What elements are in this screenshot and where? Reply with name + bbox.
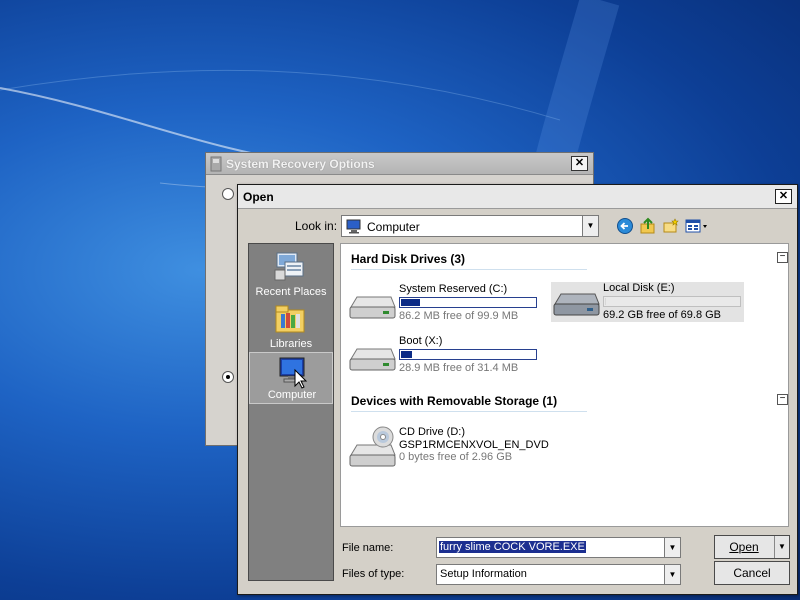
- collapse-removable-storage-button[interactable]: −: [777, 394, 788, 405]
- look-in-label: Look in:: [295, 219, 338, 233]
- open-dialog: Open ✕ Look in: Computer ▼ Recent Places…: [237, 184, 798, 595]
- drive-local-disk-e[interactable]: Local Disk (E:) 69.2 GB free of 69.8 GB: [551, 282, 744, 322]
- back-button[interactable]: [615, 217, 635, 235]
- look-in-dropdown[interactable]: Computer ▼: [341, 215, 599, 237]
- open-dialog-titlebar[interactable]: Open ✕: [238, 185, 797, 209]
- hard-drive-icon: [553, 293, 600, 316]
- drive-free-space: 69.2 GB free of 69.8 GB: [603, 309, 722, 321]
- group-header-hard-disk-drives[interactable]: Hard Disk Drives (3): [351, 252, 465, 266]
- view-menu-button[interactable]: [684, 217, 710, 235]
- drive-usage-fill: [605, 298, 607, 305]
- computer-icon: [279, 357, 308, 389]
- group-divider: [351, 411, 587, 412]
- file-name-input[interactable]: furry slime COCK VORE.EXE ▼: [436, 537, 681, 558]
- hard-drive-icon: [349, 296, 396, 319]
- place-computer[interactable]: Computer: [249, 352, 333, 404]
- place-label: Computer: [267, 389, 317, 401]
- file-name-label: File name:: [342, 542, 394, 554]
- hard-drive-icon: [349, 348, 396, 371]
- sro-title: System Recovery Options: [226, 156, 375, 171]
- drive-boot-x[interactable]: Boot (X:) 28.9 MB free of 31.4 MB: [347, 335, 547, 377]
- chevron-down-icon[interactable]: ▼: [582, 216, 598, 236]
- drive-name: Boot (X:): [399, 335, 443, 347]
- drive-name: Local Disk (E:): [603, 282, 675, 294]
- drive-usage-bar: [399, 297, 537, 308]
- drive-usage-fill: [401, 299, 420, 306]
- open-button[interactable]: Open ▼: [714, 535, 790, 559]
- file-list-view[interactable]: Hard Disk Drives (3) − System Reserved (…: [340, 243, 789, 527]
- view-menu-icon: [685, 219, 707, 233]
- sro-radio-option-1[interactable]: [222, 188, 234, 200]
- file-type-value: Setup Information: [440, 568, 527, 580]
- file-name-value: furry slime COCK VORE.EXE: [439, 541, 586, 553]
- drive-free-space: 0 bytes free of 2.96 GB: [399, 451, 513, 463]
- recovery-app-icon: [210, 156, 222, 171]
- new-folder-button[interactable]: [661, 217, 681, 235]
- place-label: Libraries: [269, 338, 313, 350]
- back-arrow-icon: [617, 218, 633, 234]
- recent-places-icon: [274, 252, 304, 281]
- open-dialog-title: Open: [243, 190, 274, 204]
- drive-usage-bar: [603, 296, 741, 307]
- drive-free-space: 86.2 MB free of 99.9 MB: [399, 310, 519, 322]
- drive-usage-bar: [399, 349, 537, 360]
- drive-free-space: 28.9 MB free of 31.4 MB: [399, 362, 519, 374]
- drive-usage-fill: [401, 351, 412, 358]
- chevron-down-icon[interactable]: ▼: [664, 565, 680, 584]
- drive-cd-d[interactable]: CD Drive (D:) GSP1RMCENXVOL_EN_DVD 0 byt…: [347, 425, 567, 469]
- sro-close-button[interactable]: ✕: [571, 156, 588, 171]
- place-label: Recent Places: [255, 286, 327, 298]
- look-in-value: Computer: [367, 220, 420, 234]
- libraries-icon: [275, 305, 305, 333]
- place-libraries[interactable]: Libraries: [249, 300, 333, 352]
- group-divider: [351, 269, 587, 270]
- drive-volume-label: GSP1RMCENXVOL_EN_DVD: [399, 439, 549, 451]
- place-recent-places[interactable]: Recent Places: [249, 248, 333, 300]
- places-bar: Recent Places Libraries Computer: [248, 243, 334, 581]
- sro-radio-option-2[interactable]: [222, 371, 234, 383]
- sro-titlebar: System Recovery Options: [206, 153, 593, 175]
- drive-name: System Reserved (C:): [399, 283, 508, 295]
- computer-icon: [346, 219, 361, 234]
- cancel-button[interactable]: Cancel: [714, 561, 790, 585]
- new-folder-icon: [663, 218, 679, 233]
- open-button-label: Open: [729, 540, 759, 554]
- chevron-down-icon[interactable]: ▼: [774, 536, 789, 558]
- file-type-dropdown[interactable]: Setup Information ▼: [436, 564, 681, 585]
- up-folder-icon: [640, 217, 655, 234]
- group-header-removable-storage[interactable]: Devices with Removable Storage (1): [351, 394, 557, 408]
- up-folder-button[interactable]: [638, 217, 658, 235]
- file-type-label: Files of type:: [342, 568, 405, 580]
- collapse-hard-disk-drives-button[interactable]: −: [777, 252, 788, 263]
- drive-system-reserved-c[interactable]: System Reserved (C:) 86.2 MB free of 99.…: [347, 283, 547, 325]
- open-dialog-close-button[interactable]: ✕: [775, 189, 792, 204]
- cd-drive-icon: [349, 426, 396, 467]
- chevron-down-icon[interactable]: ▼: [664, 538, 680, 557]
- drive-name: CD Drive (D:): [399, 426, 465, 438]
